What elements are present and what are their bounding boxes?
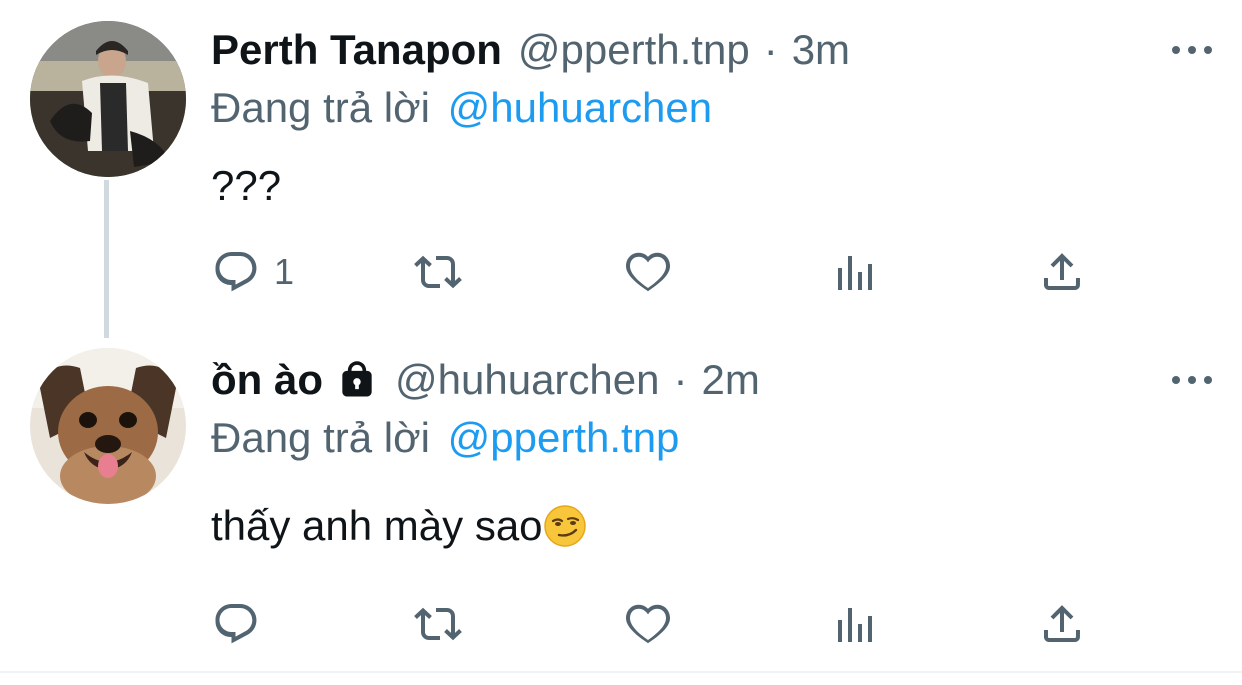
more-icon[interactable] (1172, 370, 1212, 390)
mention-link[interactable]: @pperth.tnp (448, 414, 680, 461)
tweet-actions: 1 (210, 242, 1090, 302)
reply-icon (215, 604, 257, 644)
reply-count: 1 (274, 251, 295, 292)
reply-button[interactable] (212, 594, 260, 654)
avatar[interactable] (30, 348, 186, 504)
mention-link[interactable]: @huhuarchen (448, 84, 713, 131)
share-icon (1044, 605, 1080, 642)
avatar-photo (30, 21, 186, 177)
smirking-face-emoji (543, 505, 586, 547)
separator-dot: · (673, 356, 688, 403)
tweet[interactable]: ồn ào @huhuarchen · 2m Đang trả lời @ppe… (0, 338, 1242, 672)
more-icon[interactable] (1172, 40, 1212, 60)
tweet-text: thấy anh mày sao (211, 502, 543, 549)
tweet-header: ồn ào @huhuarchen · 2m (211, 352, 760, 408)
tweet-header: Perth Tanapon @pperth.tnp · 3m (211, 22, 850, 78)
views-icon (838, 608, 872, 642)
timestamp[interactable]: 2m (702, 352, 760, 408)
timeline-divider (0, 671, 1242, 673)
share-button[interactable] (1038, 242, 1086, 302)
like-icon (625, 252, 671, 292)
like-button[interactable] (624, 594, 672, 654)
tweet-text-row: thấy anh mày sao (211, 498, 587, 554)
share-icon (1044, 253, 1080, 290)
reply-icon (215, 252, 257, 292)
views-button[interactable] (832, 594, 880, 654)
author-name[interactable]: ồn ào (211, 352, 323, 408)
author-handle[interactable]: @huhuarchen (395, 352, 660, 408)
retweet-icon (414, 255, 462, 289)
retweet-button[interactable] (414, 594, 462, 654)
thread-connector-line (104, 180, 109, 338)
avatar[interactable] (30, 21, 186, 177)
replying-prefix: Đang trả lời (211, 414, 430, 461)
replying-to: Đang trả lời @pperth.tnp (211, 410, 679, 466)
separator-dot: · (763, 26, 778, 73)
tweet-actions (210, 594, 1090, 654)
lock-icon (342, 361, 372, 397)
like-button[interactable] (624, 242, 672, 302)
replying-to: Đang trả lời @huhuarchen (211, 80, 712, 136)
retweet-button[interactable] (414, 242, 462, 302)
retweet-icon (414, 607, 462, 641)
replying-prefix: Đang trả lời (211, 84, 430, 131)
share-button[interactable] (1038, 594, 1086, 654)
author-name[interactable]: Perth Tanapon (211, 22, 502, 78)
reply-button[interactable]: 1 (212, 242, 294, 302)
views-button[interactable] (832, 242, 880, 302)
tweet[interactable]: Perth Tanapon @pperth.tnp · 3m Đang trả … (0, 0, 1242, 338)
tweet-text: ??? (211, 162, 282, 209)
timestamp[interactable]: 3m (792, 22, 850, 78)
author-handle[interactable]: @pperth.tnp (518, 22, 750, 78)
like-icon (625, 604, 671, 644)
views-icon (838, 256, 872, 290)
avatar-photo (30, 348, 186, 504)
